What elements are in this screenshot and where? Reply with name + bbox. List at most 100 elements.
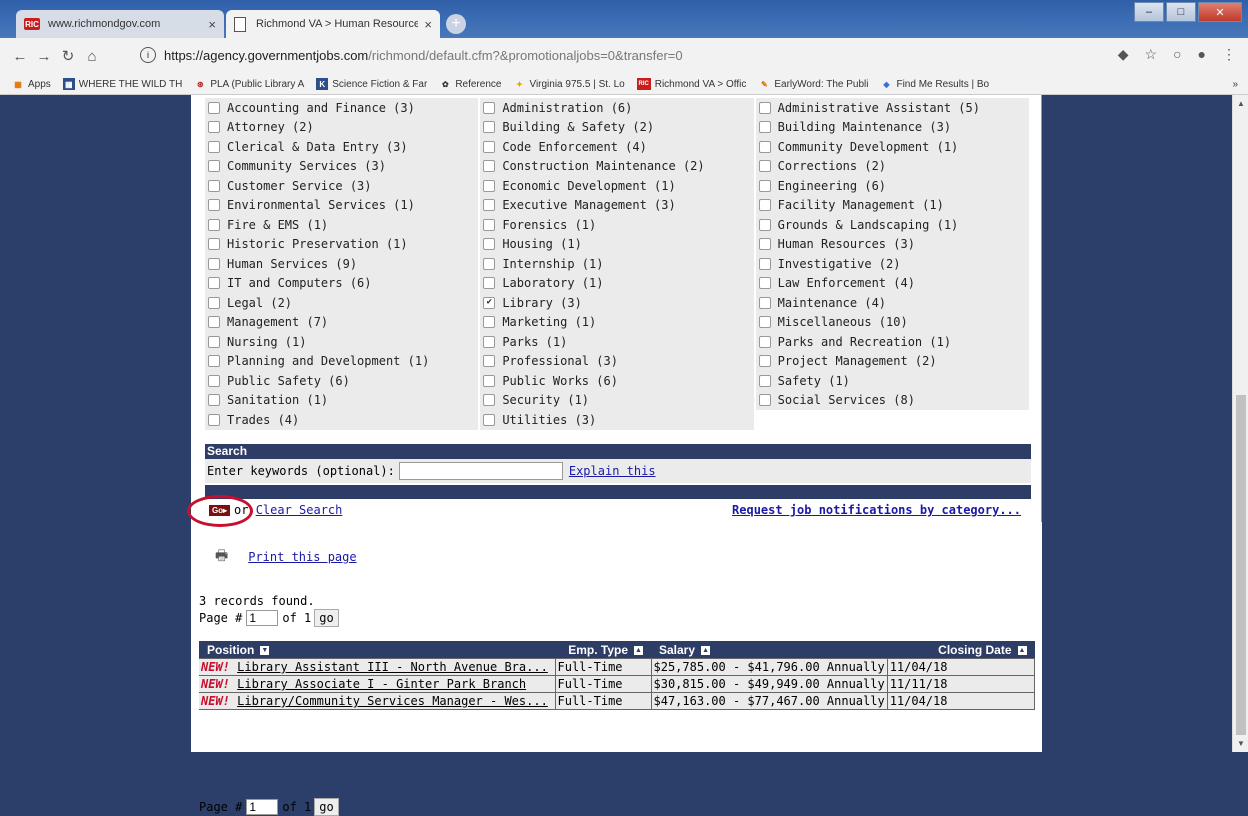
- category-option[interactable]: Administration (6): [480, 98, 754, 118]
- close-icon[interactable]: ×: [208, 17, 216, 32]
- checkbox[interactable]: [208, 238, 220, 251]
- bookmark-pla[interactable]: ⊛ PLA (Public Library A: [194, 78, 304, 90]
- checkbox[interactable]: [758, 277, 771, 290]
- category-option[interactable]: Laboratory (1): [480, 273, 754, 293]
- checkbox[interactable]: [758, 257, 771, 270]
- checkbox[interactable]: [208, 179, 220, 192]
- page-go-button[interactable]: go: [314, 798, 339, 816]
- home-icon[interactable]: ⌂: [80, 48, 104, 65]
- category-option[interactable]: ✔ Library (3): [480, 293, 754, 313]
- checkbox[interactable]: [483, 413, 496, 426]
- category-option[interactable]: Human Resources (3): [755, 234, 1029, 254]
- salary-header[interactable]: Salary ▲: [651, 641, 888, 659]
- category-option[interactable]: Building & Safety (2): [480, 117, 754, 137]
- sort-asc-icon[interactable]: ▲: [1017, 645, 1027, 655]
- category-option[interactable]: Community Services (3): [205, 156, 479, 176]
- sort-asc-icon[interactable]: ▲: [701, 645, 711, 655]
- checkbox[interactable]: [758, 101, 771, 114]
- job-notifications-link[interactable]: Request job notifications by category...: [732, 503, 1021, 517]
- category-option[interactable]: Marketing (1): [480, 312, 754, 332]
- category-option[interactable]: Investigative (2): [755, 254, 1029, 274]
- checkbox[interactable]: [208, 394, 220, 407]
- category-option[interactable]: Historic Preservation (1): [205, 234, 479, 254]
- bookmark-find-me[interactable]: ◆ Find Me Results | Bo: [880, 78, 989, 90]
- checkbox[interactable]: [208, 160, 220, 173]
- checkbox[interactable]: [208, 316, 220, 329]
- address-bar[interactable]: i https://agency.governmentjobs.com/rich…: [140, 42, 1040, 68]
- checkbox[interactable]: [758, 218, 771, 231]
- scroll-down-icon[interactable]: ▼: [1237, 739, 1245, 748]
- category-option[interactable]: Utilities (3): [480, 410, 754, 430]
- category-option[interactable]: Construction Maintenance (2): [480, 156, 754, 176]
- checkbox[interactable]: [208, 140, 220, 153]
- category-option[interactable]: Grounds & Landscaping (1): [755, 215, 1029, 235]
- bookmark-star-icon[interactable]: ☆: [1145, 46, 1158, 63]
- checkbox[interactable]: [483, 335, 496, 348]
- clear-search-link[interactable]: Clear Search: [256, 503, 343, 517]
- category-option[interactable]: Public Safety (6): [205, 371, 479, 391]
- scroll-up-icon[interactable]: ▲: [1237, 99, 1245, 108]
- window-close-button[interactable]: ✕: [1198, 2, 1242, 22]
- category-option[interactable]: Customer Service (3): [205, 176, 479, 196]
- profile-icon[interactable]: ●: [1198, 46, 1206, 63]
- checkbox[interactable]: [483, 140, 496, 153]
- job-title-link[interactable]: Library Assistant III - North Avenue Bra…: [237, 660, 548, 674]
- category-option[interactable]: Project Management (2): [755, 351, 1029, 371]
- tab-human-resources[interactable]: Richmond VA > Human Resource ×: [226, 10, 440, 38]
- menu-icon[interactable]: ⋮: [1222, 46, 1236, 63]
- checkbox[interactable]: [483, 394, 496, 407]
- category-option[interactable]: Safety (1): [755, 371, 1029, 391]
- category-option[interactable]: Administrative Assistant (5): [755, 98, 1029, 118]
- checkbox[interactable]: [208, 199, 220, 212]
- category-option[interactable]: Law Enforcement (4): [755, 273, 1029, 293]
- closing-date-header[interactable]: Closing Date ▲: [887, 641, 1035, 659]
- checkbox[interactable]: [208, 121, 220, 134]
- checkbox[interactable]: [208, 277, 220, 290]
- checkbox[interactable]: [208, 355, 220, 368]
- checkbox[interactable]: [758, 374, 771, 387]
- minimize-button[interactable]: –: [1134, 2, 1164, 22]
- category-option[interactable]: Nursing (1): [205, 332, 479, 352]
- category-option[interactable]: Executive Management (3): [480, 195, 754, 215]
- category-option[interactable]: Internship (1): [480, 254, 754, 274]
- checkbox[interactable]: [483, 257, 496, 270]
- category-option[interactable]: Fire & EMS (1): [205, 215, 479, 235]
- forward-icon[interactable]: →: [32, 48, 56, 65]
- checkbox[interactable]: [208, 101, 220, 114]
- bookmark-science-fiction[interactable]: K Science Fiction & Far: [316, 78, 427, 90]
- category-option[interactable]: Human Services (9): [205, 254, 479, 274]
- close-icon[interactable]: ×: [424, 17, 432, 32]
- scroll-thumb[interactable]: [1236, 395, 1246, 735]
- category-option[interactable]: Professional (3): [480, 351, 754, 371]
- checkbox[interactable]: [208, 413, 220, 426]
- back-icon[interactable]: ←: [8, 48, 32, 65]
- new-tab-button[interactable]: +: [446, 14, 466, 34]
- checkbox[interactable]: [758, 160, 771, 173]
- job-title-link[interactable]: Library Associate I - Ginter Park Branch: [237, 677, 526, 691]
- category-option[interactable]: Community Development (1): [755, 137, 1029, 157]
- category-option[interactable]: Legal (2): [205, 293, 479, 313]
- category-option[interactable]: Maintenance (4): [755, 293, 1029, 313]
- bookmark-earlyword[interactable]: ✎ EarlyWord: The Publi: [758, 78, 868, 90]
- position-header[interactable]: Position ▼: [199, 641, 555, 659]
- category-option[interactable]: Forensics (1): [480, 215, 754, 235]
- print-link[interactable]: Print this page: [248, 550, 356, 564]
- checkbox[interactable]: [208, 257, 220, 270]
- checkbox[interactable]: [758, 121, 771, 134]
- checked-checkbox[interactable]: ✔: [483, 296, 496, 309]
- category-option[interactable]: Security (1): [480, 390, 754, 410]
- sort-asc-icon[interactable]: ▲: [634, 645, 643, 655]
- checkbox[interactable]: [483, 355, 496, 368]
- checkbox[interactable]: [483, 160, 496, 173]
- bookmark-virginia[interactable]: ✦ Virginia 975.5 | St. Lo: [513, 78, 625, 90]
- checkbox[interactable]: [758, 394, 771, 407]
- checkbox[interactable]: [483, 121, 496, 134]
- checkbox[interactable]: [758, 335, 771, 348]
- checkbox[interactable]: [208, 335, 220, 348]
- sort-desc-icon[interactable]: ▼: [260, 645, 270, 655]
- page-number-input[interactable]: [246, 610, 279, 626]
- checkbox[interactable]: [483, 199, 496, 212]
- keyword-input[interactable]: [398, 462, 563, 480]
- category-option[interactable]: Environmental Services (1): [205, 195, 479, 215]
- category-option[interactable]: Parks and Recreation (1): [755, 332, 1029, 352]
